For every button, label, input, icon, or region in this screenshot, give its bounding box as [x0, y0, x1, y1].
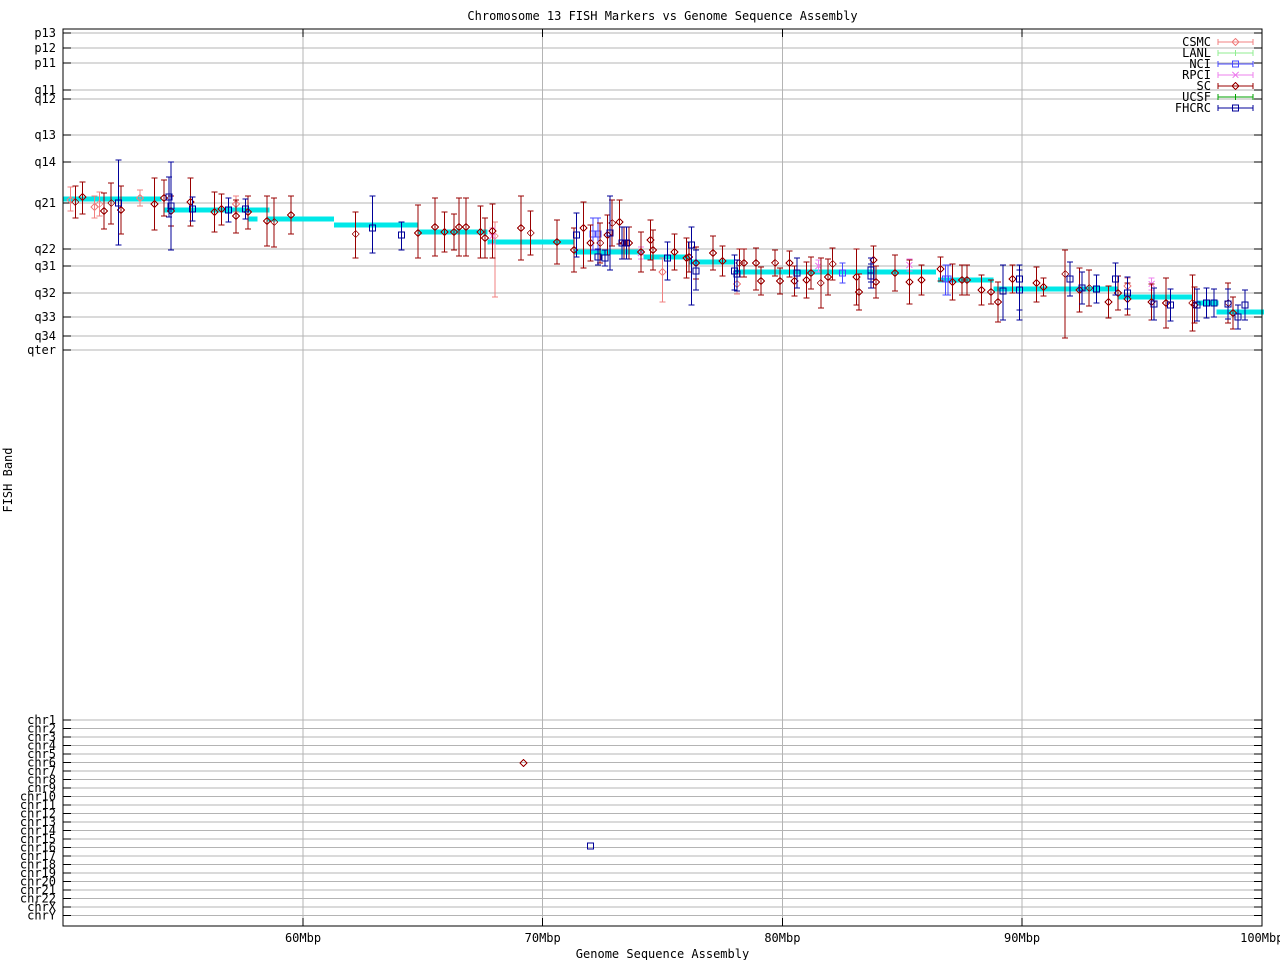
- x-tick-label: 80Mbp: [764, 931, 800, 945]
- y-tick-label: q31: [34, 259, 56, 273]
- x-tick-label: 70Mbp: [525, 931, 561, 945]
- y-tick-label: p11: [34, 56, 56, 70]
- y-tick-label: q12: [34, 92, 56, 106]
- y-tick-label: p12: [34, 41, 56, 55]
- y-tick-label: q33: [34, 310, 56, 324]
- x-tick-label: 90Mbp: [1004, 931, 1040, 945]
- plot-area: p13p12p11q11q12q13q14q21q22q31q32q33q34q…: [20, 26, 1280, 945]
- y-tick-label: q34: [34, 329, 56, 343]
- x-tick-label: 100Mbp: [1240, 931, 1280, 945]
- y-tick-label: q13: [34, 128, 56, 142]
- square-marker: [587, 842, 595, 850]
- y-tick-label: q22: [34, 242, 56, 256]
- fish-marker-chart-screen: Chromosome 13 FISH Markers vs Genome Seq…: [0, 0, 1280, 960]
- x-tick-label: 60Mbp: [285, 931, 321, 945]
- y-tick-label: q21: [34, 196, 56, 210]
- y-tick-label: chrY: [27, 909, 57, 923]
- y-tick-label: qter: [27, 343, 56, 357]
- plot-border: [62, 28, 1263, 927]
- y-tick-label: p13: [34, 26, 56, 40]
- y-tick-label: q14: [34, 155, 56, 169]
- y-tick-label: q32: [34, 286, 56, 300]
- legend-label-fhcrc: FHCRC: [1175, 101, 1211, 115]
